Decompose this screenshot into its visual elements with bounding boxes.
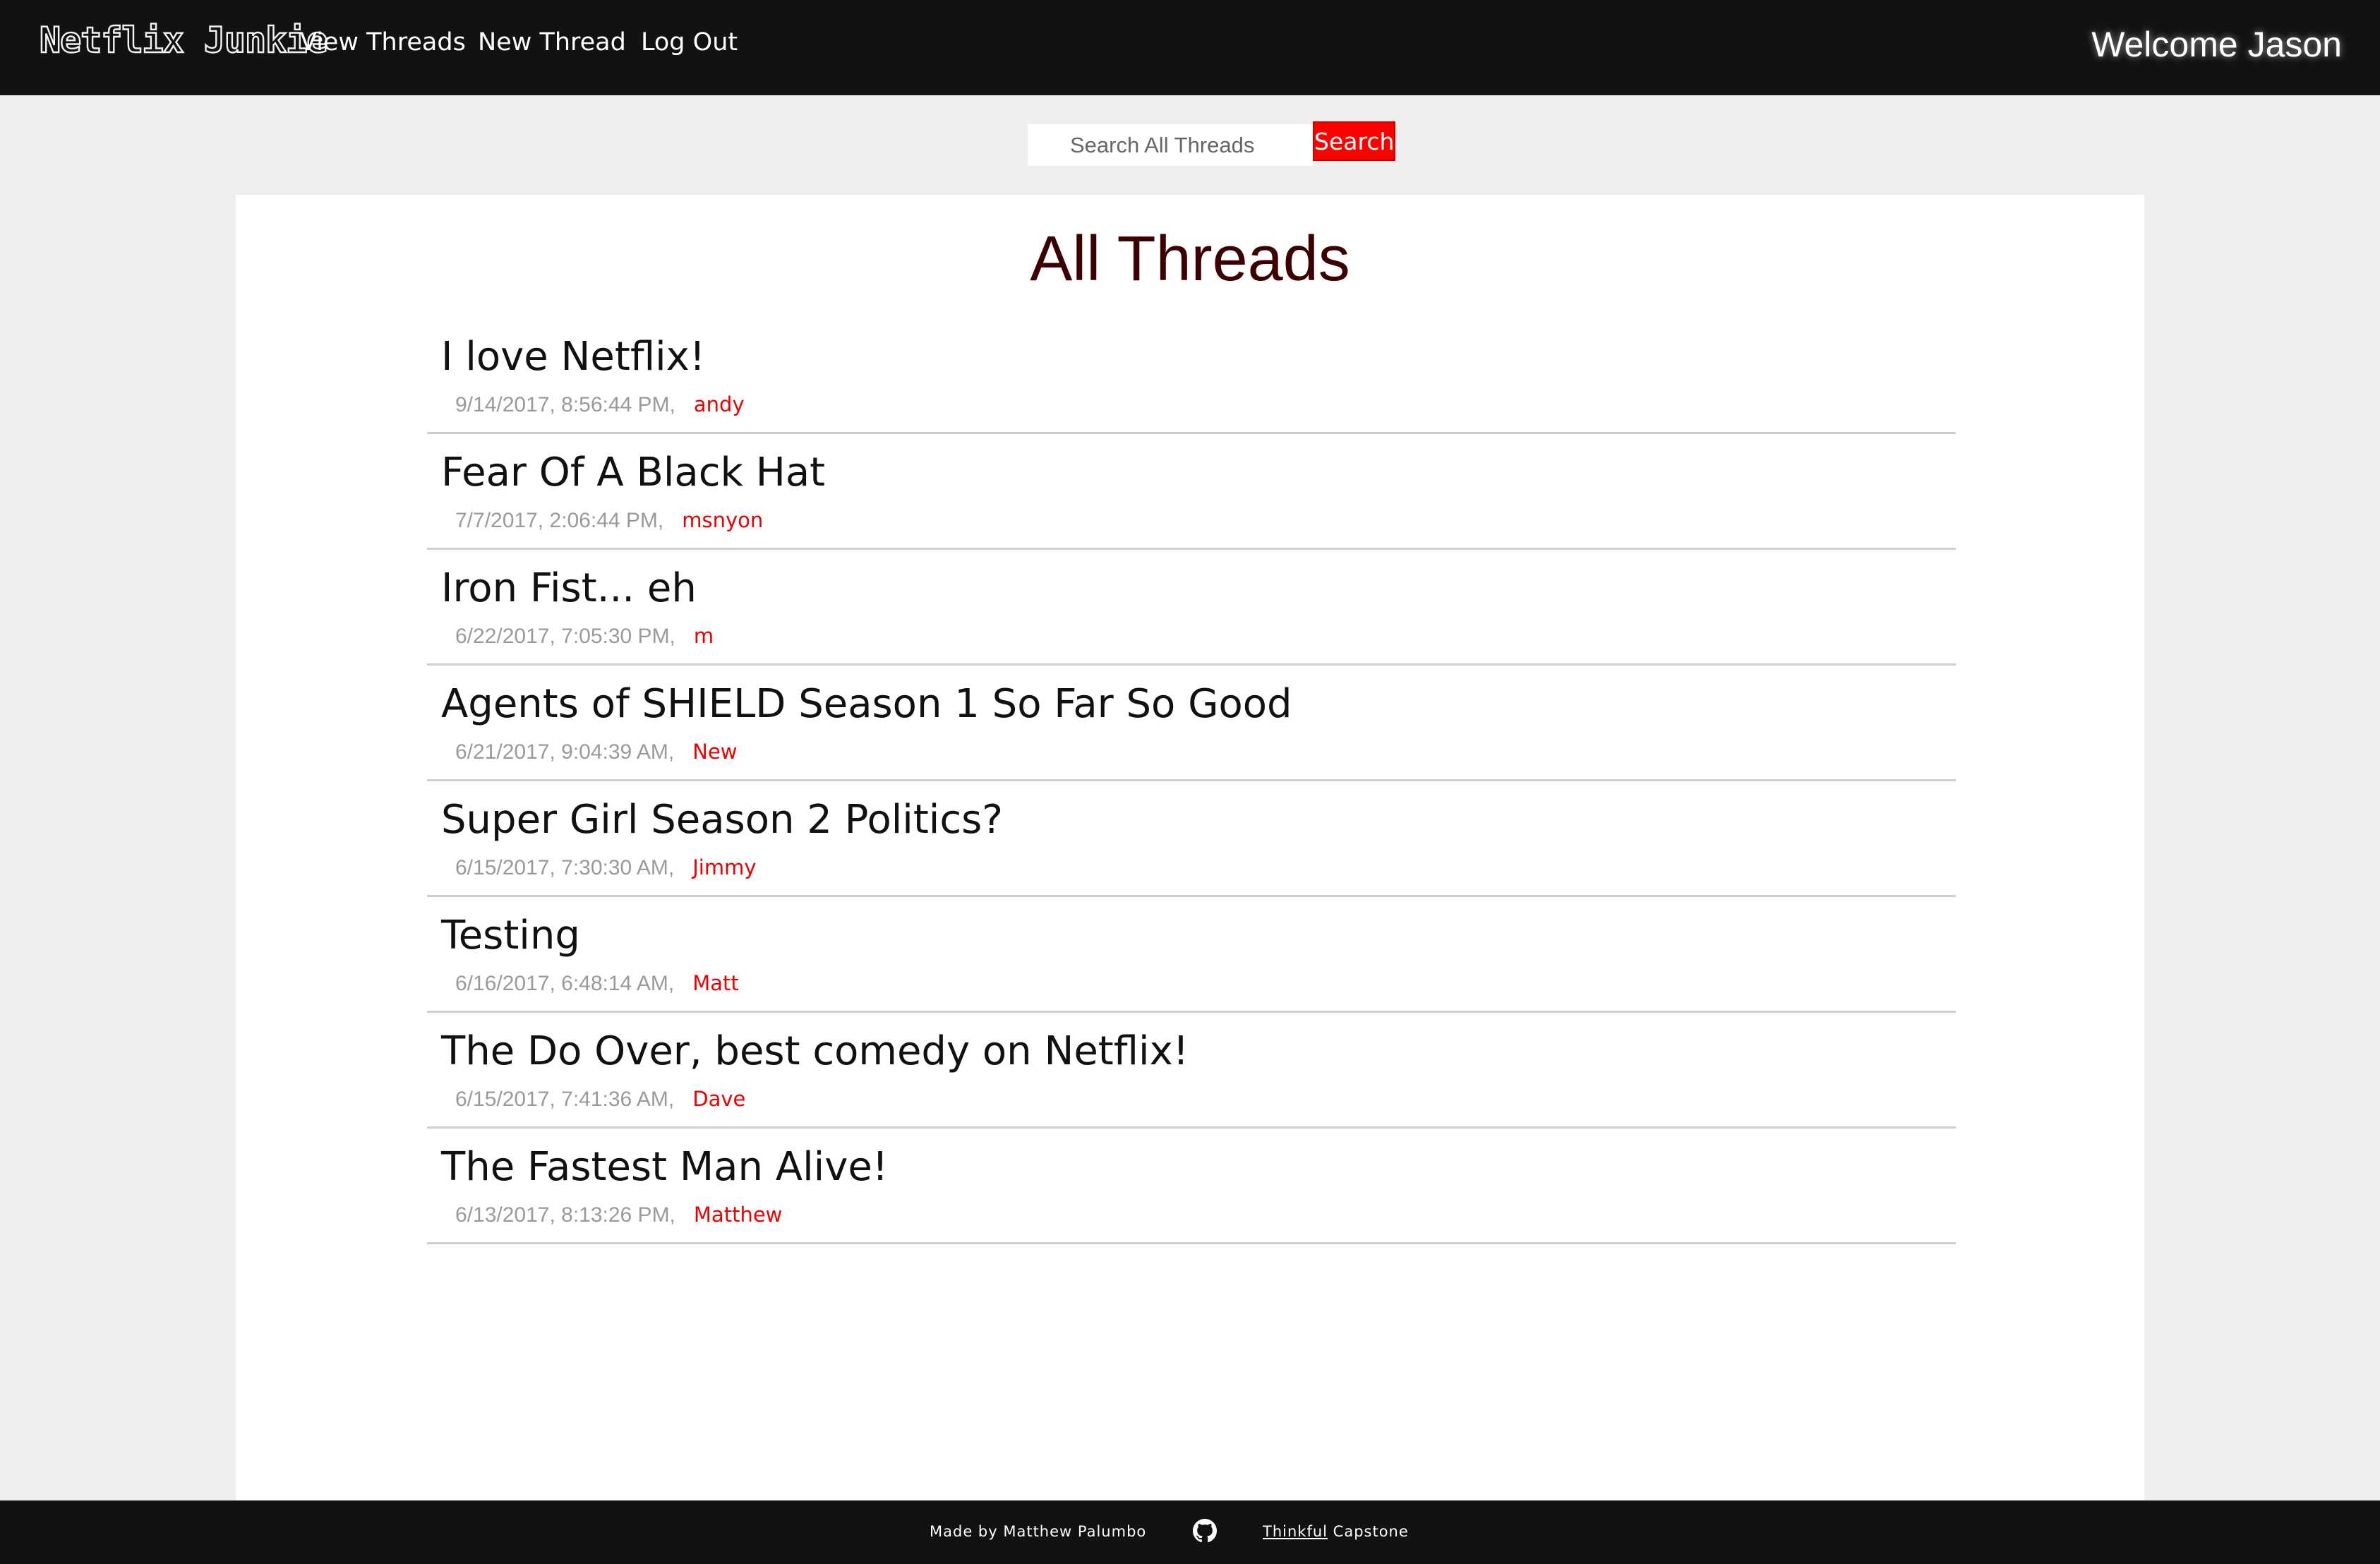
thread-meta: 6/13/2017, 8:13:26 PM, Matthew <box>455 1203 782 1227</box>
thread-row: I love Netflix! 9/14/2017, 8:56:44 PM, an… <box>427 318 1956 434</box>
thread-title[interactable]: Fear Of A Black Hat <box>441 450 825 495</box>
thread-list: I love Netflix! 9/14/2017, 8:56:44 PM, an… <box>427 318 1956 1244</box>
footer: Made by Matthew Palumbo Thinkful Capston… <box>0 1500 2380 1564</box>
thread-title[interactable]: I love Netflix! <box>441 334 705 380</box>
thinkful-link[interactable]: Thinkful <box>1263 1523 1328 1540</box>
thread-author[interactable]: m <box>694 624 714 648</box>
thread-title[interactable]: The Do Over, best comedy on Netflix! <box>441 1028 1189 1074</box>
thread-date: 9/14/2017, 8:56:44 PM, <box>455 393 675 416</box>
thread-author[interactable]: Matt <box>692 971 739 995</box>
thread-meta: 6/21/2017, 9:04:39 AM, New <box>455 740 738 764</box>
thread-date: 6/13/2017, 8:13:26 PM, <box>455 1203 675 1227</box>
thread-title[interactable]: Iron Fist... eh <box>441 565 697 611</box>
page-title: All Threads <box>1030 224 1350 294</box>
thread-row: Testing 6/16/2017, 6:48:14 AM, Matt <box>427 897 1956 1013</box>
thread-row: Iron Fist... eh 6/22/2017, 7:05:30 PM, m <box>427 550 1956 666</box>
thread-author[interactable]: Dave <box>692 1087 745 1111</box>
thread-date: 6/22/2017, 7:05:30 PM, <box>455 625 675 648</box>
thread-date: 7/7/2017, 2:06:44 PM, <box>455 509 664 532</box>
thread-title[interactable]: Agents of SHIELD Season 1 So Far So Good <box>441 681 1292 727</box>
thread-author[interactable]: Matthew <box>694 1203 782 1227</box>
search-input[interactable] <box>1028 124 1313 166</box>
nav-log-out[interactable]: Log Out <box>641 28 738 56</box>
thread-author[interactable]: msnyon <box>682 508 763 532</box>
footer-made-by: Made by Matthew Palumbo <box>930 1523 1147 1540</box>
thread-date: 6/15/2017, 7:41:36 AM, <box>455 1088 675 1111</box>
search-button[interactable]: Search <box>1313 121 1395 161</box>
thread-meta: 6/16/2017, 6:48:14 AM, Matt <box>455 971 739 996</box>
thread-row: Super Girl Season 2 Politics? 6/15/2017,… <box>427 781 1956 897</box>
top-navbar: Netflix Junkie View Threads New Thread L… <box>0 0 2380 95</box>
thread-meta: 6/22/2017, 7:05:30 PM, m <box>455 624 714 649</box>
github-icon[interactable] <box>1193 1519 1217 1543</box>
welcome-message: Welcome Jason <box>2091 25 2342 64</box>
threads-panel: All Threads I love Netflix! 9/14/2017, 8… <box>236 195 2144 1500</box>
thread-row: The Fastest Man Alive! 6/13/2017, 8:13:2… <box>427 1129 1956 1244</box>
nav-new-thread[interactable]: New Thread <box>478 28 626 56</box>
thread-title[interactable]: Super Girl Season 2 Politics? <box>441 797 1003 843</box>
thread-date: 6/21/2017, 9:04:39 AM, <box>455 740 675 764</box>
thread-author[interactable]: Jimmy <box>692 855 756 879</box>
footer-credit-suffix: Capstone <box>1327 1523 1409 1540</box>
thread-meta: 9/14/2017, 8:56:44 PM, andy <box>455 392 745 417</box>
thread-title[interactable]: Testing <box>441 913 580 958</box>
brand-logo[interactable]: Netflix Junkie <box>39 19 329 61</box>
thread-date: 6/16/2017, 6:48:14 AM, <box>455 972 675 995</box>
thread-author[interactable]: andy <box>694 392 745 416</box>
thread-date: 6/15/2017, 7:30:30 AM, <box>455 856 675 879</box>
thread-meta: 6/15/2017, 7:41:36 AM, Dave <box>455 1087 745 1112</box>
thread-author[interactable]: New <box>692 740 737 764</box>
thread-row: The Do Over, best comedy on Netflix! 6/1… <box>427 1013 1956 1129</box>
thread-row: Agents of SHIELD Season 1 So Far So Good… <box>427 666 1956 781</box>
thread-row: Fear Of A Black Hat 7/7/2017, 2:06:44 PM… <box>427 434 1956 550</box>
thread-meta: 7/7/2017, 2:06:44 PM, msnyon <box>455 508 763 533</box>
thread-title[interactable]: The Fastest Man Alive! <box>441 1144 888 1190</box>
thread-meta: 6/15/2017, 7:30:30 AM, Jimmy <box>455 855 757 880</box>
footer-credit: Thinkful Capstone <box>1263 1523 1409 1540</box>
nav-view-threads[interactable]: View Threads <box>300 28 466 56</box>
